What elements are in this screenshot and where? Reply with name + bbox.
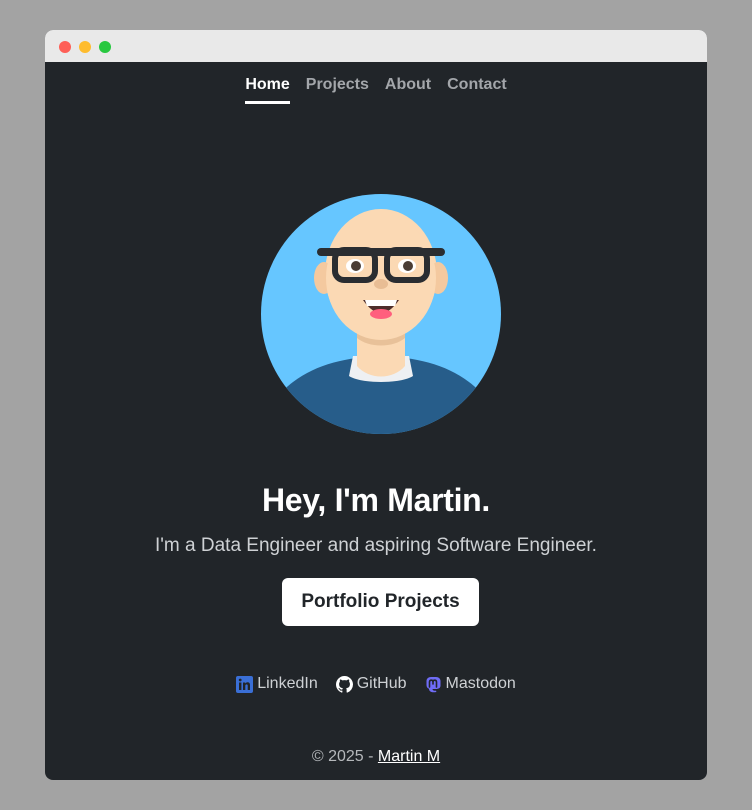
avatar-image [261, 194, 501, 434]
hero-headline: Hey, I'm Martin. [261, 482, 491, 518]
portfolio-projects-button[interactable]: Portfolio Projects [282, 578, 479, 626]
github-label: GitHub [356, 675, 407, 692]
mastodon-link[interactable]: Mastodon [425, 675, 516, 693]
nav-item-home[interactable]: Home [245, 76, 290, 104]
linkedin-icon [236, 675, 254, 693]
footer: © 2025 - Martin M [45, 748, 707, 766]
close-window-button[interactable] [59, 41, 71, 53]
copyright-text: © 2025 - [311, 748, 378, 765]
window-titlebar [45, 30, 707, 62]
mastodon-label: Mastodon [445, 675, 516, 692]
linkedin-label: LinkedIn [257, 675, 318, 692]
mastodon-icon [426, 676, 441, 692]
github-icon [335, 675, 353, 693]
main-nav: Home Projects About Contact [45, 76, 707, 104]
minimize-window-button[interactable] [79, 41, 91, 53]
browser-window: Home Projects About Contact Hey, I'm Mar… [45, 30, 707, 780]
social-links: LinkedIn GitHub Mastodon [45, 675, 707, 693]
nav-item-contact[interactable]: Contact [447, 76, 507, 104]
github-link[interactable]: GitHub [335, 675, 407, 693]
nav-item-projects[interactable]: Projects [306, 76, 369, 104]
maximize-window-button[interactable] [99, 41, 111, 53]
linkedin-link[interactable]: LinkedIn [236, 675, 318, 693]
author-link[interactable]: Martin M [378, 748, 440, 765]
hero-subline: I'm a Data Engineer and aspiring Softwar… [155, 535, 597, 556]
nav-item-about[interactable]: About [385, 76, 431, 104]
